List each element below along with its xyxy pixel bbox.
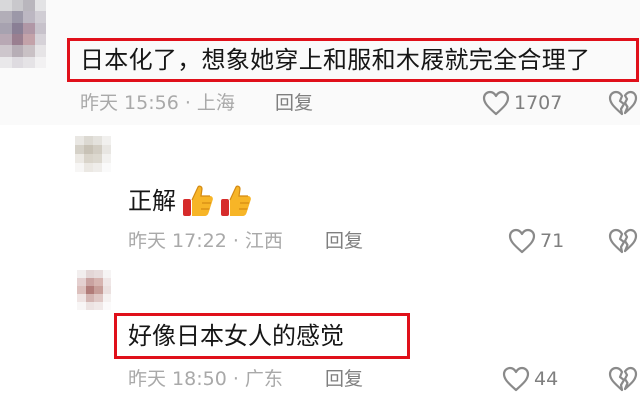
like-count: 44 xyxy=(534,367,559,390)
dislike-button[interactable] xyxy=(608,90,638,120)
comment-time-location: 昨天 18:50 · 广东 xyxy=(128,368,283,390)
comment-text: 正解 xyxy=(128,187,176,215)
comment-content: 正解 xyxy=(128,183,254,219)
broken-heart-outline-icon xyxy=(608,366,638,392)
heart-outline-icon xyxy=(502,366,530,392)
avatar[interactable] xyxy=(0,0,46,68)
comment-time-location: 昨天 15:56 · 上海 xyxy=(80,92,235,114)
like-button[interactable]: 71 xyxy=(508,228,564,254)
reply-button[interactable]: 回复 xyxy=(275,94,313,113)
like-button[interactable]: 1707 xyxy=(482,90,562,116)
comment-thread: 日本化了，想象她穿上和服和木屐就完全合理了 昨天 15:56 · 上海 回复 1… xyxy=(0,0,640,401)
comment-time-location: 昨天 17:22 · 江西 xyxy=(128,230,283,252)
heart-outline-icon xyxy=(482,90,510,116)
like-count: 1707 xyxy=(514,91,563,114)
reply-button[interactable]: 回复 xyxy=(325,370,363,389)
like-button[interactable]: 44 xyxy=(502,366,558,392)
comment-text: 好像日本女人的感觉 xyxy=(128,322,344,350)
reply-button[interactable]: 回复 xyxy=(325,232,363,251)
comment-text: 日本化了，想象她穿上和服和木屐就完全合理了 xyxy=(80,46,591,74)
dislike-button[interactable] xyxy=(608,228,638,258)
broken-heart-outline-icon xyxy=(608,90,638,116)
heart-outline-icon xyxy=(508,228,536,254)
thumbs-up-emoji xyxy=(221,185,251,216)
broken-heart-outline-icon xyxy=(608,228,638,254)
thumbs-up-emoji xyxy=(183,185,213,216)
avatar[interactable] xyxy=(75,136,111,172)
dislike-button[interactable] xyxy=(608,366,638,396)
like-count: 71 xyxy=(540,229,565,252)
avatar[interactable] xyxy=(77,270,111,310)
